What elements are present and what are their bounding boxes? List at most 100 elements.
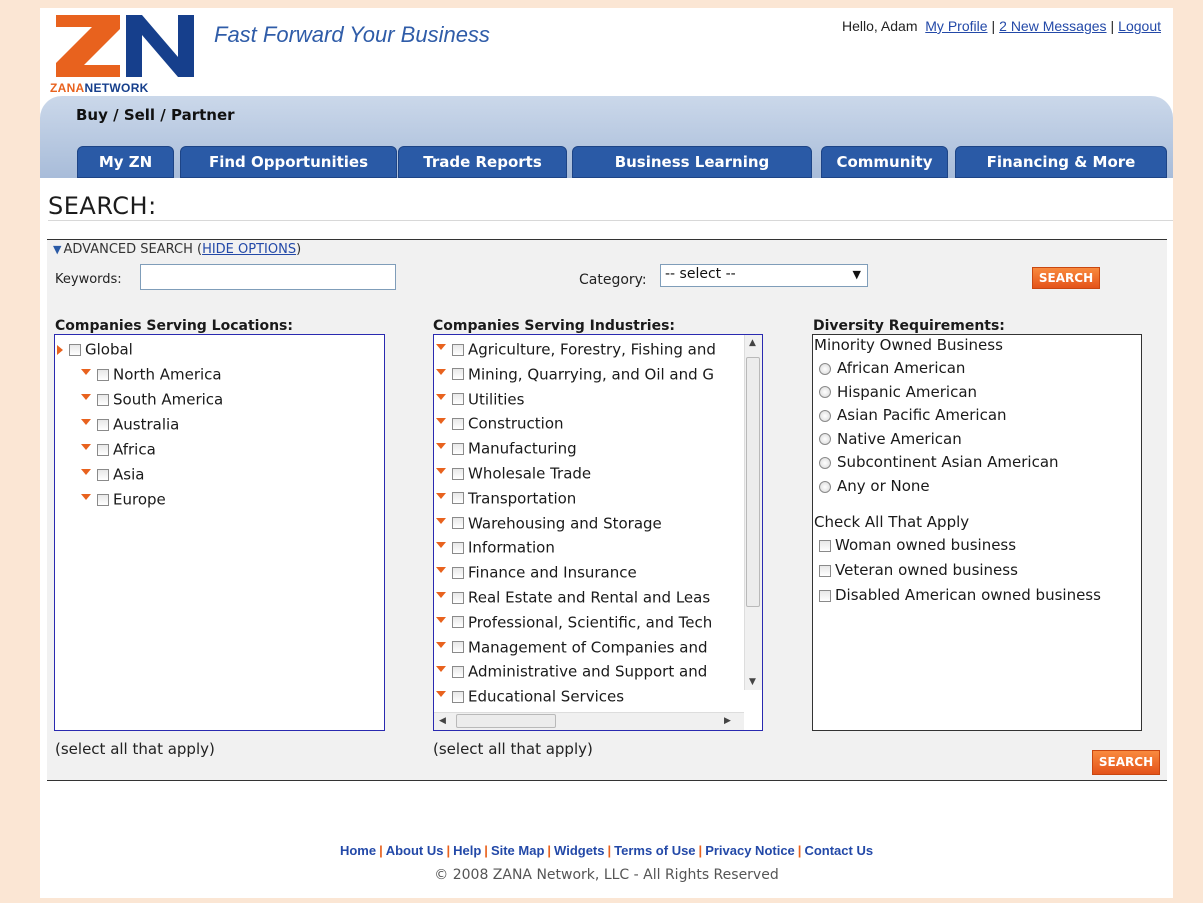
checkbox[interactable] — [452, 368, 464, 381]
expand-down-icon[interactable] — [436, 592, 446, 598]
radio-button[interactable] — [819, 386, 831, 399]
expand-right-icon[interactable] — [57, 344, 63, 355]
tree-item-europe[interactable]: Europe — [81, 490, 166, 512]
footer-link-contact[interactable]: Contact Us — [804, 843, 873, 858]
scroll-thumb[interactable] — [746, 357, 760, 607]
expand-down-icon[interactable] — [436, 468, 446, 474]
expand-down-icon[interactable] — [81, 494, 91, 500]
industry-item[interactable]: Transportation — [436, 489, 576, 511]
checkbox[interactable] — [452, 492, 464, 505]
tree-item-south-america[interactable]: South America — [81, 390, 223, 412]
scroll-up-icon[interactable]: ▲ — [749, 338, 756, 348]
search-button-top[interactable]: SEARCH — [1032, 267, 1100, 289]
checkbox[interactable] — [97, 493, 109, 506]
radio-button[interactable] — [819, 362, 831, 375]
industry-item[interactable]: Management of Companies and — [436, 638, 708, 660]
checkbox[interactable] — [452, 393, 464, 406]
radio-button[interactable] — [819, 480, 831, 493]
industry-item[interactable]: Information — [436, 538, 555, 560]
category-select[interactable]: -- select -- ▼ — [660, 264, 868, 287]
industry-item[interactable]: Manufacturing — [436, 439, 577, 461]
checkbox[interactable] — [452, 641, 464, 654]
expand-down-icon[interactable] — [81, 469, 91, 475]
tab-find-opportunities[interactable]: Find Opportunities — [180, 146, 397, 178]
industry-item[interactable]: Administrative and Support and — [436, 662, 707, 684]
horizontal-scrollbar[interactable]: ◀ ▶ — [434, 712, 744, 730]
checkbox[interactable] — [452, 442, 464, 455]
footer-link-privacy[interactable]: Privacy Notice — [705, 843, 795, 858]
checkbox[interactable] — [97, 468, 109, 481]
footer-link-about[interactable]: About Us — [386, 843, 444, 858]
new-messages-link[interactable]: 2 New Messages — [999, 18, 1106, 34]
checkbox[interactable] — [819, 589, 831, 602]
scroll-down-icon[interactable]: ▼ — [749, 677, 756, 687]
checkbox[interactable] — [452, 591, 464, 604]
footer-link-sitemap[interactable]: Site Map — [491, 843, 544, 858]
tab-community[interactable]: Community — [821, 146, 948, 178]
logout-link[interactable]: Logout — [1118, 18, 1161, 34]
checkbox[interactable] — [452, 566, 464, 579]
checkbox[interactable] — [452, 541, 464, 554]
expand-down-icon[interactable] — [436, 492, 446, 499]
owner-option[interactable]: Woman owned business — [819, 536, 1016, 554]
tab-trade-reports[interactable]: Trade Reports — [398, 146, 567, 178]
expand-down-icon[interactable] — [436, 393, 446, 400]
scroll-right-icon[interactable]: ▶ — [724, 716, 731, 726]
owner-option[interactable]: Disabled American owned business — [819, 586, 1101, 604]
expand-down-icon[interactable] — [436, 691, 446, 698]
expand-down-icon[interactable] — [436, 368, 446, 375]
industry-item[interactable]: Utilities — [436, 390, 524, 412]
expand-down-icon[interactable] — [436, 666, 446, 673]
checkbox[interactable] — [819, 539, 831, 552]
scroll-thumb[interactable] — [456, 714, 556, 728]
checkbox[interactable] — [819, 564, 831, 577]
hide-options-link[interactable]: HIDE OPTIONS — [202, 242, 296, 257]
checkbox[interactable] — [452, 616, 464, 629]
minority-option[interactable]: Any or None — [819, 477, 930, 495]
expand-down-icon[interactable] — [81, 419, 91, 425]
tree-item-global[interactable]: Global — [57, 340, 133, 362]
checkbox[interactable] — [97, 393, 109, 406]
checkbox[interactable] — [97, 368, 109, 381]
keywords-input[interactable] — [140, 264, 396, 290]
expand-down-icon[interactable] — [436, 641, 446, 648]
industries-list[interactable]: Agriculture, Forestry, Fishing and Mining… — [433, 334, 763, 731]
vertical-scrollbar[interactable]: ▲ ▼ — [744, 335, 762, 690]
expand-down-icon[interactable] — [436, 344, 446, 350]
industry-item[interactable]: Educational Services — [436, 687, 624, 709]
expand-down-icon[interactable] — [436, 443, 446, 450]
tree-item-australia[interactable]: Australia — [81, 415, 179, 437]
industry-item[interactable]: Wholesale Trade — [436, 464, 591, 486]
tree-item-asia[interactable]: Asia — [81, 465, 144, 487]
radio-button[interactable] — [819, 456, 831, 469]
tree-item-africa[interactable]: Africa — [81, 440, 156, 462]
industry-item[interactable]: Professional, Scientific, and Tech — [436, 613, 712, 635]
tab-my-zn[interactable]: My ZN — [77, 146, 174, 178]
checkbox[interactable] — [452, 690, 464, 703]
tab-business-learning[interactable]: Business Learning — [572, 146, 812, 178]
minority-option[interactable]: Subcontinent Asian American — [819, 453, 1059, 471]
radio-button[interactable] — [819, 409, 831, 422]
minority-option[interactable]: Hispanic American — [819, 383, 977, 401]
scroll-left-icon[interactable]: ◀ — [439, 716, 446, 726]
radio-button[interactable] — [819, 433, 831, 446]
checkbox[interactable] — [452, 417, 464, 430]
minority-option[interactable]: African American — [819, 359, 965, 377]
checkbox[interactable] — [452, 343, 464, 356]
footer-link-home[interactable]: Home — [340, 843, 376, 858]
search-button-bottom[interactable]: SEARCH — [1092, 750, 1160, 775]
expand-down-icon[interactable] — [81, 369, 91, 375]
checkbox[interactable] — [97, 418, 109, 431]
industry-item[interactable]: Construction — [436, 414, 564, 436]
tab-financing-more[interactable]: Financing & More — [955, 146, 1167, 178]
tree-item-north-america[interactable]: North America — [81, 365, 222, 387]
industry-item[interactable]: Finance and Insurance — [436, 563, 637, 585]
expand-down-icon[interactable] — [436, 542, 446, 549]
expand-down-icon[interactable] — [436, 517, 446, 524]
industry-item[interactable]: Warehousing and Storage — [436, 514, 662, 536]
expand-down-icon[interactable] — [436, 616, 446, 623]
footer-link-terms[interactable]: Terms of Use — [614, 843, 695, 858]
owner-option[interactable]: Veteran owned business — [819, 561, 1018, 579]
expand-down-icon[interactable] — [81, 394, 91, 400]
industry-item[interactable]: Agriculture, Forestry, Fishing and — [436, 340, 716, 362]
